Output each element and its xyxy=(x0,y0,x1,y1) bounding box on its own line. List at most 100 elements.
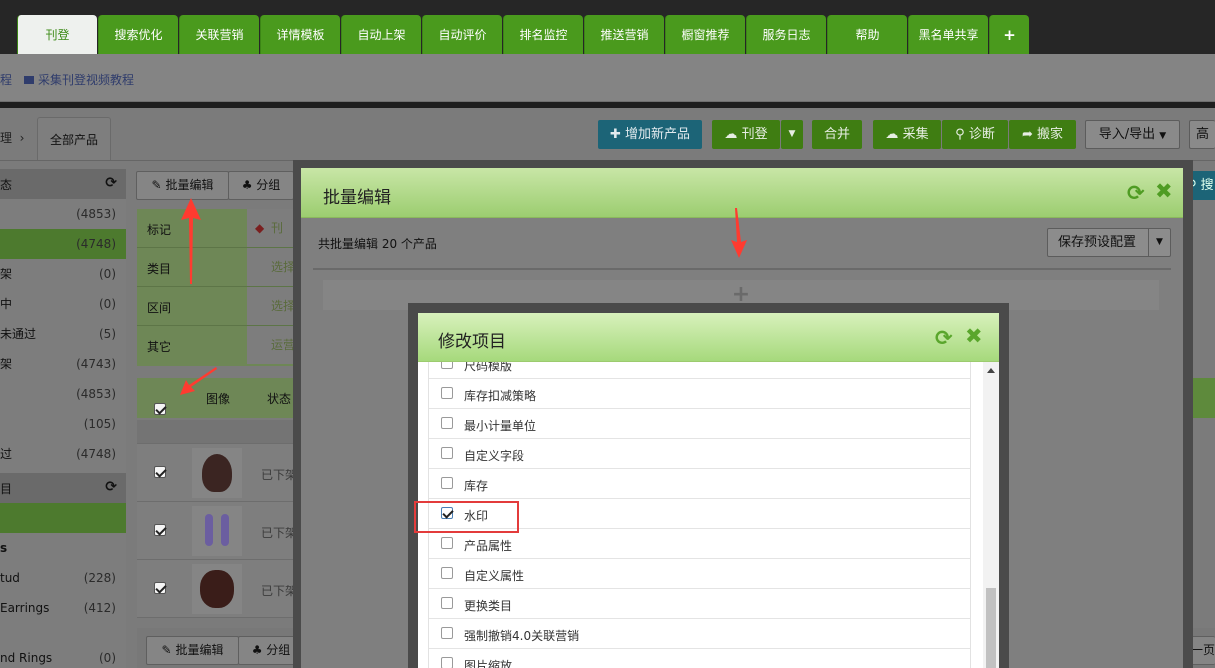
list-item[interactable]: 图片缩放 xyxy=(429,649,970,668)
status-row[interactable]: (4853) xyxy=(0,379,126,409)
collect-button[interactable]: ☁ 采集 xyxy=(873,120,941,149)
status-row[interactable]: (105) xyxy=(0,409,126,439)
status-row-count: (0) xyxy=(99,267,116,281)
refresh-icon[interactable]: ⟳ xyxy=(105,175,117,191)
status-row[interactable]: 过 (4748) xyxy=(0,439,126,469)
close-icon[interactable]: ✖ xyxy=(1155,179,1173,203)
item-checkbox[interactable] xyxy=(441,387,453,399)
status-row-selected[interactable]: (4748) xyxy=(0,229,126,259)
status-text: 已下架 xyxy=(261,526,298,540)
scrollbar-thumb[interactable] xyxy=(986,588,996,668)
save-preset-button[interactable]: 保存预设配置 ▼ xyxy=(1047,228,1171,257)
divider xyxy=(313,268,1171,270)
table-row[interactable]: 已下架 xyxy=(137,560,297,618)
item-checkbox[interactable] xyxy=(441,537,453,549)
tab-publish[interactable]: 刊登 xyxy=(17,15,97,54)
item-label: 强制撤销4.0关联营销 xyxy=(464,629,580,643)
status-row[interactable]: 未通过 (5) xyxy=(0,319,126,349)
close-icon[interactable]: ✖ xyxy=(965,324,983,348)
item-label: 自定义属性 xyxy=(464,569,525,583)
breadcrumb-parent[interactable]: 理 › xyxy=(0,129,24,146)
annotation-arrow-down xyxy=(731,208,747,258)
table-row[interactable]: 已下架 xyxy=(137,502,297,560)
list-item[interactable]: 自定义属性 xyxy=(429,559,970,589)
item-checkbox[interactable] xyxy=(441,627,453,639)
item-checkbox[interactable] xyxy=(441,417,453,429)
list-item[interactable]: 库存 xyxy=(429,469,970,499)
group-button[interactable]: ♣ 分组 xyxy=(228,171,294,200)
advanced-button[interactable]: 高 xyxy=(1189,120,1215,149)
status-row-count: (4853) xyxy=(76,207,116,221)
video-tutorial-label: 采集刊登视频教程 xyxy=(38,73,135,87)
scroll-up-icon[interactable] xyxy=(987,368,995,373)
list-item[interactable]: 库存扣减策略 xyxy=(429,379,970,409)
row-checkbox[interactable] xyxy=(154,466,166,478)
sub-link-partial[interactable]: 程 xyxy=(0,71,12,88)
merge-button[interactable]: 合并 xyxy=(812,120,862,149)
group-icon: ♣ xyxy=(251,643,263,657)
category-row[interactable]: tud (228) xyxy=(0,563,126,593)
import-export-dropdown[interactable]: 导入/导出 ▼ xyxy=(1085,120,1180,149)
tab-service-log[interactable]: 服务日志 xyxy=(746,15,826,54)
edit-items-scrollbar[interactable] xyxy=(983,362,999,668)
list-item[interactable]: 强制撤销4.0关联营销 xyxy=(429,619,970,649)
item-label: 库存扣减策略 xyxy=(464,389,537,403)
list-item[interactable]: 更换类目 xyxy=(429,589,970,619)
table-row[interactable]: 已下架 xyxy=(137,444,297,502)
publish-button[interactable]: ☁ 刊登 xyxy=(712,120,780,149)
row-checkbox[interactable] xyxy=(154,524,166,536)
tab-detail-template[interactable]: 详情模板 xyxy=(260,15,340,54)
group-label: 分组 xyxy=(256,178,281,192)
add-product-button[interactable]: ✚ 增加新产品 xyxy=(598,120,702,149)
video-camera-icon xyxy=(24,76,34,84)
bulk-edit-button-bottom[interactable]: ✎ 批量编辑 xyxy=(146,636,239,665)
item-checkbox[interactable] xyxy=(441,447,453,459)
publish-dropdown-toggle[interactable]: ▼ xyxy=(781,120,803,149)
tab-showcase[interactable]: 橱窗推荐 xyxy=(665,15,745,54)
status-row[interactable]: 架 (4743) xyxy=(0,349,126,379)
diagnose-button[interactable]: ⚲ 诊断 xyxy=(942,120,1008,149)
item-checkbox[interactable] xyxy=(441,362,453,369)
item-label: 最小计量单位 xyxy=(464,419,537,433)
item-label: 图片缩放 xyxy=(464,659,513,668)
refresh-icon[interactable]: ⟳ xyxy=(1127,181,1145,205)
row-checkbox[interactable] xyxy=(154,582,166,594)
item-checkbox[interactable] xyxy=(441,567,453,579)
status-row[interactable]: 中 (0) xyxy=(0,289,126,319)
status-row-label: 过 xyxy=(0,447,13,461)
list-item[interactable]: 产品属性 xyxy=(429,529,970,559)
tab-related-marketing[interactable]: 关联营销 xyxy=(179,15,259,54)
product-thumbnail-necklace xyxy=(192,564,242,614)
category-row-selected[interactable] xyxy=(0,503,126,533)
list-item[interactable]: 尺码模版 xyxy=(429,362,970,379)
caret-down-icon[interactable]: ▼ xyxy=(1148,229,1170,256)
move-button[interactable]: ➦ 搬家 xyxy=(1009,120,1076,149)
divider xyxy=(0,102,1215,108)
list-item[interactable]: 最小计量单位 xyxy=(429,409,970,439)
video-tutorial-link[interactable]: 采集刊登视频教程 xyxy=(24,71,134,88)
item-checkbox[interactable] xyxy=(441,657,453,668)
category-row[interactable]: s xyxy=(0,533,126,563)
tab-help[interactable]: 帮助 xyxy=(827,15,907,54)
item-checkbox[interactable] xyxy=(441,477,453,489)
tab-add-button[interactable]: + xyxy=(989,15,1029,54)
refresh-icon[interactable]: ⟳ xyxy=(935,326,953,350)
category-row-count: (228) xyxy=(83,571,116,585)
tab-push-marketing[interactable]: 推送营销 xyxy=(584,15,664,54)
list-item[interactable]: 自定义字段 xyxy=(429,439,970,469)
tab-rank-monitor[interactable]: 排名监控 xyxy=(503,15,583,54)
tab-blacklist-share[interactable]: 黑名单共享 xyxy=(908,15,988,54)
category-row[interactable]: nd Rings (0) xyxy=(0,643,126,668)
status-row[interactable]: 架 (0) xyxy=(0,259,126,289)
tab-search-optimize[interactable]: 搜索优化 xyxy=(98,15,178,54)
breadcrumb-current-tab[interactable]: 全部产品 xyxy=(37,117,111,161)
tab-auto-listing[interactable]: 自动上架 xyxy=(341,15,421,54)
category-row[interactable]: Earrings (412) xyxy=(0,593,126,623)
refresh-icon[interactable]: ⟳ xyxy=(105,479,117,495)
status-section-header: 态 ⟳ xyxy=(0,169,126,199)
tab-auto-review[interactable]: 自动评价 xyxy=(422,15,502,54)
status-row[interactable]: (4853) xyxy=(0,199,126,229)
status-row-label: 架 xyxy=(0,357,13,371)
item-checkbox[interactable] xyxy=(441,597,453,609)
bulk-edit-button[interactable]: ✎ 批量编辑 xyxy=(136,171,229,200)
